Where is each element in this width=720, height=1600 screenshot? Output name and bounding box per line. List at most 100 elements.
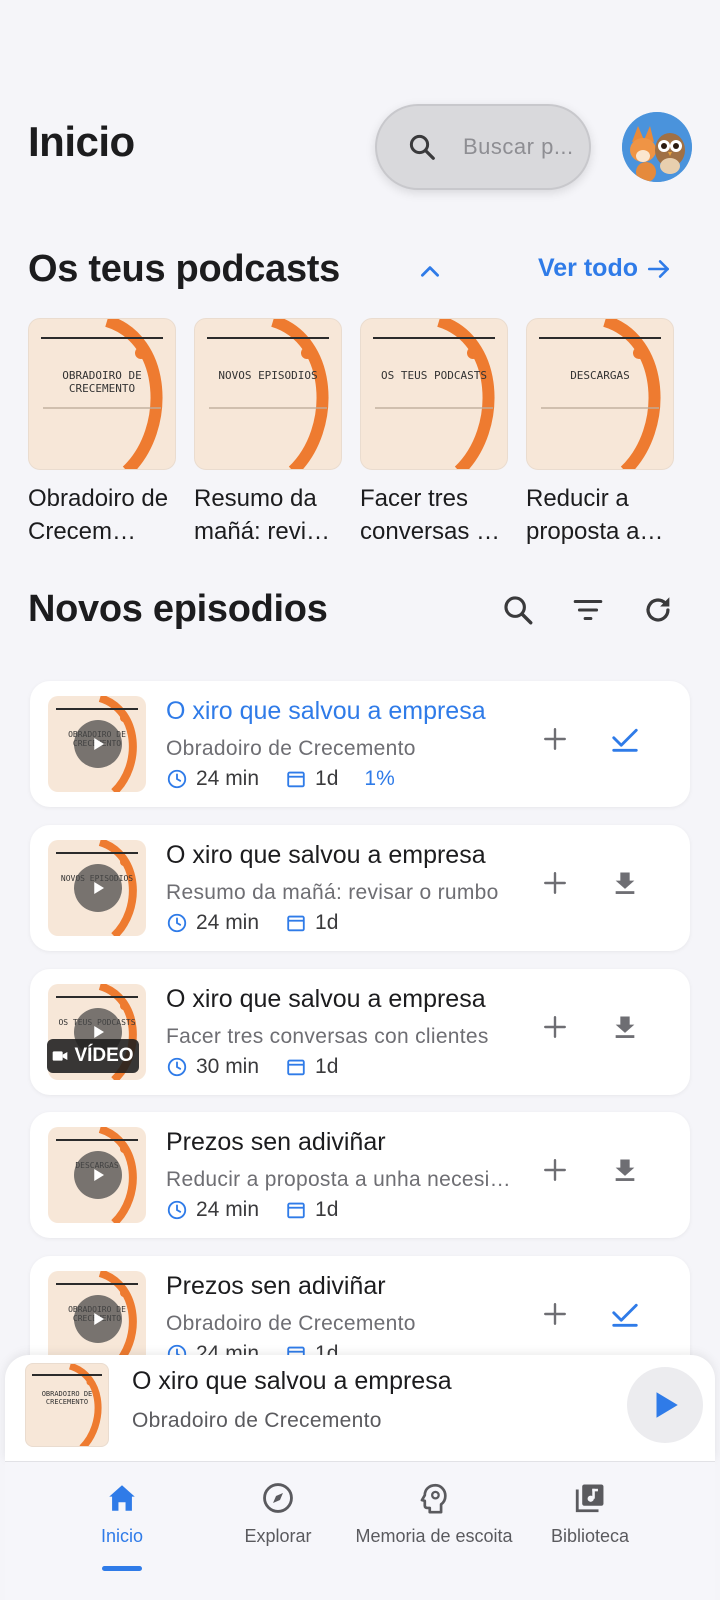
search-input[interactable] [463,134,587,160]
nav-item-library[interactable]: Biblioteca [505,1480,675,1547]
nav-item-explore[interactable]: Explorar [193,1480,363,1547]
refresh-button[interactable] [638,590,678,630]
plus-icon [544,1159,566,1181]
calendar-icon [287,771,305,788]
plus-icon [544,1016,566,1038]
add-to-queue-button[interactable] [537,865,573,901]
check-icon [612,728,638,752]
episode-thumbnail[interactable]: OBRADOIRO DE CRECEMENTO [48,1271,146,1367]
cover-title: OBRADOIRO DE CRECEMENTO [62,369,142,395]
episodes-section-header: Novos episodios [28,582,692,642]
podcasts-section-header: Os teus podcasts Ver todo [28,242,692,302]
home-icon [109,1485,135,1511]
episode-date: 1d [315,911,339,934]
brain-icon [420,1483,447,1514]
episode-row[interactable]: OS TEUS PODCASTS VÍDEO O xiro que salvou… [30,969,690,1095]
episode-row[interactable]: OBRADOIRO DE CRECEMENTO O xiro que salvo… [30,681,690,807]
episode-podcast: Obradoiro de Crecemento [166,737,416,760]
podcast-name: Obradoiro de Crecem… [28,485,169,545]
cover-title: NOVOS EPISODIOS [218,369,318,382]
filter-button[interactable] [568,590,608,630]
add-to-queue-button[interactable] [537,1009,573,1045]
mini-player-title: O xiro que salvou a empresa [132,1367,452,1395]
episode-meta: 24 min 1d 1% [166,767,421,791]
see-all-link[interactable]: Ver todo [538,254,672,283]
video-badge: VÍDEO [47,1039,139,1073]
play-button[interactable] [74,1151,122,1199]
search-bar[interactable] [375,104,591,190]
chevron-up-icon [421,266,439,277]
cover-title: OS TEUS PODCASTS [381,369,487,382]
episode-meta: 24 min 1d [166,911,364,935]
episode-row[interactable]: NOVOS EPISODIOS O xiro que salvou a empr… [30,825,690,951]
nav-item-listening-memory[interactable]: Memoria de escoita [349,1480,519,1547]
mini-player-artwork: OBRADOIRO DE CRECEMENTO [25,1363,109,1447]
podcast-cover: OBRADOIRO DE CRECEMENTO [28,318,176,470]
episodes-search-button[interactable] [498,590,538,630]
search-icon [409,134,435,160]
play-icon [94,738,104,750]
download-button[interactable] [607,1152,643,1188]
download-button[interactable] [607,865,643,901]
nav-item-home[interactable]: Inicio [37,1480,207,1571]
podcast-card[interactable]: OBRADOIRO DE CRECEMENTO Obradoiro de Cre… [28,318,176,548]
play-button[interactable] [74,720,122,768]
play-button[interactable] [74,1295,122,1343]
calendar-icon [287,1059,305,1076]
check-icon [612,1303,638,1327]
episode-title: O xiro que salvou a empresa [166,841,486,869]
nav-label: Memoria de escoita [355,1526,513,1546]
clock-icon [167,1200,187,1220]
episode-meta: 30 min 1d [166,1055,364,1079]
downloaded-button[interactable] [607,721,643,757]
episode-row[interactable]: DESCARGAS Prezos sen adiviñar Reducir a … [30,1112,690,1238]
podcast-card[interactable]: OS TEUS PODCASTS Facer tres conversas … [360,318,508,548]
episode-duration: 24 min [196,911,260,934]
avatar[interactable] [622,112,692,182]
bottom-navigation: Inicio Explorar Memoria de escoita Bibli… [5,1461,715,1600]
section-title: Novos episodios [28,588,328,630]
calendar-icon [287,1202,305,1219]
plus-icon [544,872,566,894]
episode-title: O xiro que salvou a empresa [166,985,486,1013]
refresh-icon [646,597,670,622]
cover-title: DESCARGAS [570,369,630,382]
episode-thumbnail[interactable]: DESCARGAS [48,1127,146,1223]
podcast-cover: NOVOS EPISODIOS [194,318,342,470]
podcast-card[interactable]: DESCARGAS Reducir a proposta a… [526,318,674,548]
podcast-card[interactable]: NOVOS EPISODIOS Resumo da mañá: revi… [194,318,342,548]
episode-thumbnail[interactable]: NOVOS EPISODIOS [48,840,146,936]
episode-title: O xiro que salvou a empresa [166,697,486,725]
download-button[interactable] [607,1009,643,1045]
add-to-queue-button[interactable] [537,1152,573,1188]
download-icon [615,1016,635,1038]
play-button[interactable] [74,864,122,912]
mini-player-artwork-text: OBRADOIRO DE CRECEMENTO [41,1390,93,1406]
mini-player-play-button[interactable] [627,1367,703,1443]
page-title: Inicio [28,118,135,165]
mini-player[interactable]: OBRADOIRO DE CRECEMENTO O xiro que salvo… [5,1355,715,1461]
plus-icon [544,1303,566,1325]
collapse-button[interactable] [412,254,448,290]
clock-icon [167,1057,187,1077]
podcasts-carousel[interactable]: OBRADOIRO DE CRECEMENTO Obradoiro de Cre… [28,318,720,548]
episode-title: Prezos sen adiviñar [166,1128,386,1156]
episode-thumbnail[interactable]: OBRADOIRO DE CRECEMENTO [48,696,146,792]
downloaded-button[interactable] [607,1296,643,1332]
play-icon [94,882,104,894]
download-icon [615,1159,635,1181]
nav-label: Inicio [100,1526,144,1546]
arrow-right-icon [647,259,669,278]
clock-icon [167,769,187,789]
podcast-name: Facer tres conversas … [360,485,501,545]
compass-icon [263,1483,293,1513]
add-to-queue-button[interactable] [537,1296,573,1332]
active-indicator [102,1566,142,1571]
see-all-label: Ver todo [537,254,638,282]
episode-podcast: Resumo da mañá: revisar o rumbo [166,881,499,904]
clock-icon [167,913,187,933]
episode-progress: 1% [364,767,395,790]
mini-player-podcast: Obradoiro de Crecemento [132,1409,382,1432]
play-icon [94,1313,104,1325]
add-to-queue-button[interactable] [537,721,573,757]
